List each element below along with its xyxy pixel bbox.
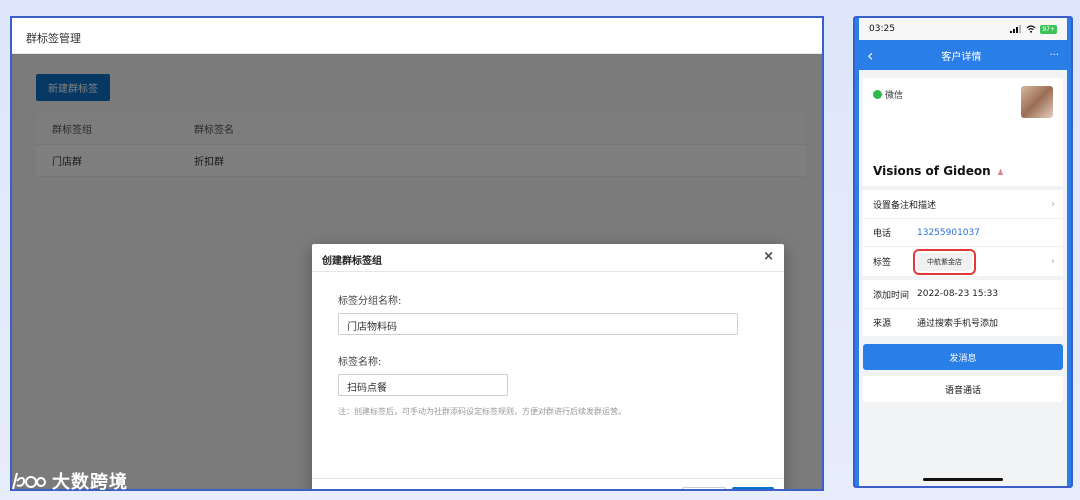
details-card: 设置备注和描述 › 电话 13255901037 标签 中航紫金店 › <box>863 190 1063 276</box>
dialog-title: 创建群标签组 × <box>312 244 784 272</box>
added-time-value: 2022-08-23 15:33 <box>917 289 999 299</box>
tag-row[interactable]: 标签 中航紫金店 › <box>863 246 1063 276</box>
wifi-icon <box>1026 25 1036 33</box>
confirm-button[interactable]: 确定 <box>731 486 774 489</box>
brand-logo-text: 大数跨境 <box>52 472 128 493</box>
customer-name-text: Visions of Gideon <box>873 164 991 178</box>
phone-number-link[interactable]: 13255901037 <box>917 228 980 238</box>
status-bar: 03:25 97+ <box>859 18 1067 40</box>
phone-screen: 03:25 97+ ‹ 客户详情 ··· 微信 Visions of Gideo… <box>859 18 1067 486</box>
avatar[interactable] <box>1021 86 1053 118</box>
nav-title: 客户详情 <box>941 51 982 63</box>
remark-label: 设置备注和描述 <box>873 200 937 211</box>
profile-header: 微信 Visions of Gideon ♟ <box>863 78 1063 186</box>
added-time-row: 添加时间 2022-08-23 15:33 <box>863 280 1063 308</box>
phone-label: 电话 <box>873 229 892 239</box>
wechat-icon <box>873 90 882 99</box>
chevron-right-icon: › <box>1051 198 1055 210</box>
admin-panel: 群标签管理 新建群标签 群标签组 群标签名 门店群 折扣群 创建群标签组 × 标… <box>10 16 824 491</box>
dialog-note: 注：创建标签后，可手动为社群添码设定标签规则，方便对群进行后续发群运营。 <box>338 407 626 416</box>
wechat-label: 微信 <box>885 91 904 101</box>
home-indicator[interactable] <box>923 478 1003 481</box>
profile-card: 微信 Visions of Gideon ♟ <box>863 78 1063 186</box>
tag-name-label: 标签名称: <box>338 357 382 368</box>
close-icon[interactable]: × <box>763 250 774 264</box>
chevron-right-icon: › <box>1051 256 1055 267</box>
admin-content: 新建群标签 群标签组 群标签名 门店群 折扣群 创建群标签组 × 标签分组名称:… <box>12 54 822 489</box>
source-row: 来源 通过搜索手机号添加 <box>863 308 1063 336</box>
page-title: 群标签管理 <box>12 18 822 54</box>
meta-card: 添加时间 2022-08-23 15:33 来源 通过搜索手机号添加 <box>863 280 1063 336</box>
phone-frame: 03:25 97+ ‹ 客户详情 ··· 微信 Visions of Gideo… <box>853 16 1073 488</box>
dialog-footer: 取消 确定 <box>312 478 784 489</box>
status-time: 03:25 <box>869 24 895 34</box>
group-name-input[interactable]: 门店物料码 <box>338 313 738 335</box>
brand-logo: 大数跨境 <box>10 468 128 494</box>
phone-row: 电话 13255901037 <box>863 218 1063 246</box>
more-icon[interactable]: ··· <box>1049 50 1059 61</box>
added-time-label: 添加时间 <box>873 290 910 301</box>
remark-row[interactable]: 设置备注和描述 › <box>863 190 1063 218</box>
tag-label: 标签 <box>873 258 892 268</box>
person-icon: ♟ <box>996 168 1005 177</box>
source-label: 来源 <box>873 319 892 329</box>
create-tag-group-dialog: 创建群标签组 × 标签分组名称: 门店物料码 标签名称: 扫码点餐 注：创建标签… <box>312 244 784 489</box>
group-name-label: 标签分组名称: <box>338 296 402 307</box>
back-icon[interactable]: ‹ <box>867 46 873 65</box>
status-icons: 97+ <box>1010 24 1057 34</box>
dialog-title-text: 创建群标签组 <box>322 256 382 267</box>
send-message-button[interactable]: 发消息 <box>863 344 1063 370</box>
brand-logo-icon <box>12 472 46 490</box>
dialog-body: 标签分组名称: 门店物料码 标签名称: 扫码点餐 注：创建标签后，可手动为社群添… <box>312 272 784 431</box>
voice-call-button[interactable]: 语音通话 <box>863 376 1063 402</box>
battery-icon: 97+ <box>1040 24 1057 34</box>
cancel-button[interactable]: 取消 <box>681 486 726 489</box>
tag-chip: 中航紫金店 <box>913 248 976 275</box>
nav-bar: ‹ 客户详情 ··· <box>859 40 1067 70</box>
customer-name: Visions of Gideon ♟ <box>873 164 1004 178</box>
signal-icon <box>1010 25 1022 33</box>
tag-name-input[interactable]: 扫码点餐 <box>338 374 508 396</box>
source-value: 通过搜索手机号添加 <box>917 319 999 329</box>
